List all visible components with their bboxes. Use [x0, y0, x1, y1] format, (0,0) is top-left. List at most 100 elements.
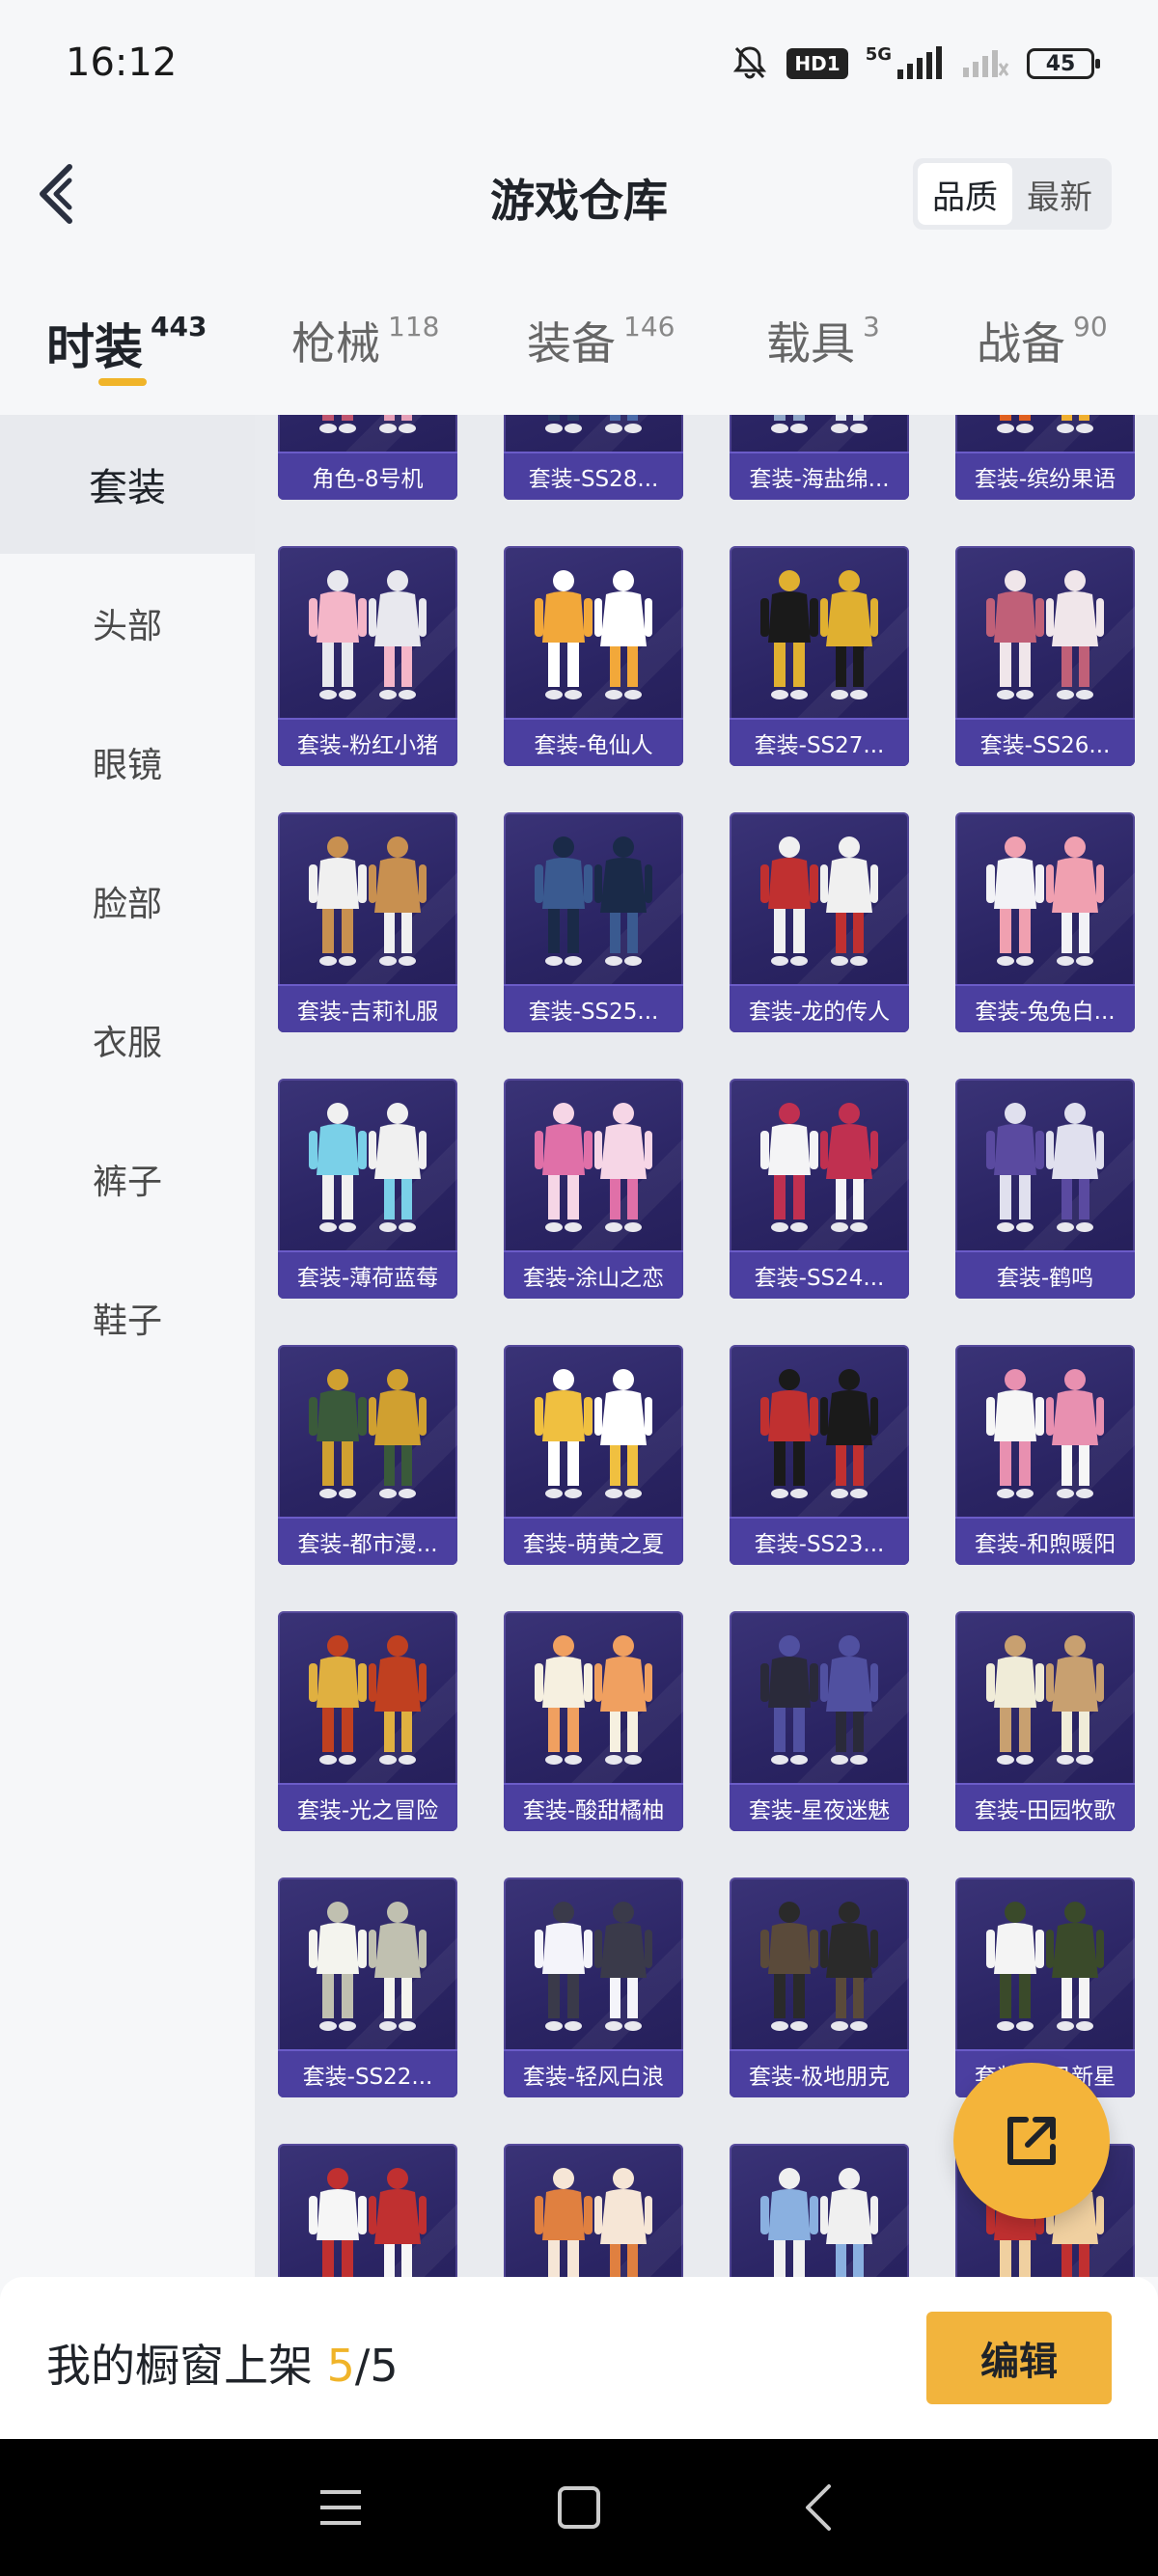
outfit-image	[278, 1353, 457, 1509]
outfit-card[interactable]	[504, 2144, 683, 2277]
system-back-button[interactable]	[779, 2469, 856, 2546]
outfit-name: 套装-SS24...	[730, 1250, 909, 1299]
tab-equipment[interactable]: 装备 146	[527, 309, 675, 372]
showcase-status: 我的橱窗上架 5/5	[46, 2331, 399, 2395]
sidebar-item-face[interactable]: 脸部	[0, 832, 255, 971]
outfit-card[interactable]: 套装-田园牧歌	[955, 1611, 1135, 1831]
outfit-image	[955, 1353, 1135, 1509]
edit-button[interactable]: 编辑	[926, 2312, 1112, 2404]
outfit-card[interactable]: 套装-粉红小猪	[278, 546, 457, 766]
item-grid-panel[interactable]: 角色-8号机 套装-SS28... 套装-海盐绵... 套装-缤纷果语 套装-粉红小猪套…	[255, 415, 1158, 2277]
sidebar-item-suits[interactable]: 套装	[0, 415, 255, 554]
outfit-name: 套装-田园牧歌	[955, 1783, 1135, 1831]
showcase-separator: /	[354, 2340, 371, 2392]
outfit-name: 套装-缤纷果语	[955, 452, 1135, 500]
outfit-card[interactable]: 角色-8号机	[278, 415, 457, 500]
outfit-image	[730, 1619, 909, 1775]
outfit-card[interactable]: 套装-涂山之恋	[504, 1079, 683, 1299]
network-label: 5G	[865, 44, 892, 65]
outfit-image	[278, 554, 457, 710]
outfit-card[interactable]: 套装-和煦暖阳	[955, 1345, 1135, 1565]
outfit-card[interactable]: 套装-SS25...	[504, 812, 683, 1032]
outfit-image	[504, 1086, 683, 1243]
share-button[interactable]	[953, 2063, 1110, 2219]
home-square-icon	[557, 2486, 600, 2529]
status-icons: HD1 5G 45	[731, 42, 1100, 85]
outfit-card[interactable]	[278, 2144, 457, 2277]
outfit-card[interactable]: 套装-兔兔白...	[955, 812, 1135, 1032]
status-bar: 16:12 HD1 5G 45	[0, 0, 1158, 131]
outfit-card[interactable]: 套装-SS26...	[955, 546, 1135, 766]
tab-count: 443	[151, 311, 207, 343]
outfit-card[interactable]: 套装-星夜迷魅	[730, 1611, 909, 1831]
outfit-image	[278, 820, 457, 976]
mute-bell-icon	[731, 42, 769, 85]
outfit-card[interactable]: 套装-SS24...	[730, 1079, 909, 1299]
tab-guns[interactable]: 枪械 118	[291, 309, 439, 372]
sidebar-item-glasses[interactable]: 眼镜	[0, 693, 255, 832]
tab-fashion[interactable]: 时装 443	[46, 309, 207, 378]
outfit-name: 套装-SS27...	[730, 718, 909, 766]
outfit-card[interactable]: 套装-SS27...	[730, 546, 909, 766]
outfit-image	[504, 2151, 683, 2277]
menu-button[interactable]	[302, 2469, 379, 2546]
outfit-card[interactable]: 套装-缤纷果语	[955, 415, 1135, 500]
outfit-image	[955, 1885, 1135, 2042]
outfit-card[interactable]: 套装-龙的传人	[730, 812, 909, 1032]
sidebar-item-shoes[interactable]: 鞋子	[0, 1248, 255, 1387]
outfit-card[interactable]: 套装-龟仙人	[504, 546, 683, 766]
outfit-image	[730, 1885, 909, 2042]
outfit-image	[730, 1086, 909, 1243]
sidebar-item-pants[interactable]: 裤子	[0, 1110, 255, 1248]
outfit-card[interactable]: 套装-SS28...	[504, 415, 683, 500]
outfit-card[interactable]: 套装-SS23...	[730, 1345, 909, 1565]
outfit-card[interactable]: 套装-极地朋克	[730, 1877, 909, 2097]
outfit-card[interactable]: 套装-鹤鸣	[955, 1079, 1135, 1299]
tab-vehicles[interactable]: 载具 3	[766, 309, 880, 372]
outfit-card[interactable]: 套装-薄荷蓝莓	[278, 1079, 457, 1299]
back-arrow-icon	[805, 2484, 831, 2531]
tab-label: 载具	[766, 317, 855, 370]
outfit-card[interactable]: 套装-SS22...	[278, 1877, 457, 2097]
outfit-image	[730, 415, 909, 444]
home-button[interactable]	[540, 2469, 618, 2546]
outfit-name: 套装-粉红小猪	[278, 718, 457, 766]
outfit-name: 套装-龙的传人	[730, 984, 909, 1032]
outfit-image	[730, 1353, 909, 1509]
tab-label: 装备	[527, 317, 616, 370]
sort-toggle[interactable]: 品质 最新	[913, 158, 1112, 230]
outfit-image	[955, 820, 1135, 976]
outfit-card[interactable]: 套装-酸甜橘柚	[504, 1611, 683, 1831]
outfit-name: 套装-吉莉礼服	[278, 984, 457, 1032]
sidebar-item-head[interactable]: 头部	[0, 554, 255, 693]
outfit-card[interactable]: 套装-都市漫...	[278, 1345, 457, 1565]
outfit-name: 套装-薄荷蓝莓	[278, 1250, 457, 1299]
outfit-name: 套装-海盐绵...	[730, 452, 909, 500]
outfit-image	[278, 1086, 457, 1243]
outfit-card[interactable]: 套装-萌黄之夏	[504, 1345, 683, 1565]
outfit-card[interactable]: 套装-吉莉礼服	[278, 812, 457, 1032]
outfit-card[interactable]	[730, 2144, 909, 2277]
tab-label: 战备	[977, 317, 1065, 370]
menu-icon	[320, 2490, 362, 2525]
sidebar-item-clothes[interactable]: 衣服	[0, 971, 255, 1110]
tab-supplies[interactable]: 战备 90	[977, 309, 1108, 372]
outfit-card[interactable]: 套装-轻风白浪	[504, 1877, 683, 2097]
outfit-image	[730, 554, 909, 710]
outfit-card[interactable]: 套装-光之冒险	[278, 1611, 457, 1831]
sort-quality-option[interactable]: 品质	[918, 163, 1012, 225]
outfit-name: 套装-龟仙人	[504, 718, 683, 766]
outfit-image	[955, 554, 1135, 710]
tab-count: 146	[623, 311, 676, 343]
outfit-name: 套装-SS25...	[504, 984, 683, 1032]
outfit-image	[504, 820, 683, 976]
sidebar: 套装 头部 眼镜 脸部 衣服 裤子 鞋子	[0, 415, 255, 2277]
outfit-name: 套装-鹤鸣	[955, 1250, 1135, 1299]
outfit-name: 套装-光之冒险	[278, 1783, 457, 1831]
outfit-name: 套装-SS23...	[730, 1517, 909, 1565]
outfit-name: 套装-涂山之恋	[504, 1250, 683, 1299]
sort-newest-option[interactable]: 最新	[1012, 163, 1107, 225]
outfit-name: 套装-极地朋克	[730, 2049, 909, 2097]
outfit-card[interactable]: 套装-海盐绵...	[730, 415, 909, 500]
outfit-name: 套装-和煦暖阳	[955, 1517, 1135, 1565]
